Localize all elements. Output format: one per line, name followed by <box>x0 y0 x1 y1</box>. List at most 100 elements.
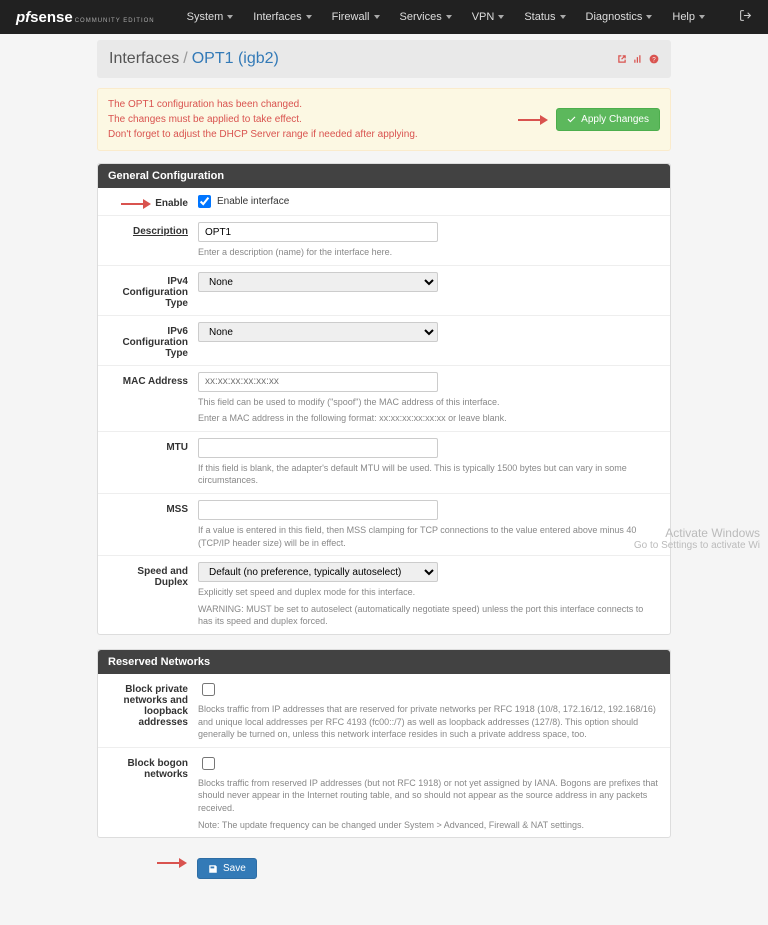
mss-label: MSS <box>108 500 198 549</box>
ipv6-select[interactable]: None <box>198 322 438 342</box>
panel-heading: Reserved Networks <box>98 650 670 674</box>
apply-label: Apply Changes <box>581 114 649 125</box>
mac-help2: Enter a MAC address in the following for… <box>198 412 660 425</box>
mss-help: If a value is entered in this field, the… <box>198 524 660 549</box>
row-description: Description Enter a description (name) f… <box>98 215 670 265</box>
mtu-input[interactable] <box>198 438 438 458</box>
speed-help1: Explicitly set speed and duplex mode for… <box>198 586 660 599</box>
brand-pf: pf <box>16 9 30 26</box>
help-icon[interactable]: ? <box>649 54 659 64</box>
mtu-content: If this field is blank, the adapter's de… <box>198 438 660 487</box>
mss-input[interactable] <box>198 500 438 520</box>
nav-label: Firewall <box>332 11 370 23</box>
mac-help1: This field can be used to modify ("spoof… <box>198 396 660 409</box>
block-bogon-content: Blocks traffic from reserved IP addresse… <box>198 754 660 831</box>
panel-body: Block private networks and loopback addr… <box>98 674 670 837</box>
mac-input[interactable] <box>198 372 438 392</box>
panel-body: Enable Enable interface Description Ente… <box>98 188 670 634</box>
row-mss: MSS If a value is entered in this field,… <box>98 493 670 555</box>
breadcrumb: Interfaces / OPT1 (igb2) <box>109 50 279 68</box>
ipv4-content: None <box>198 272 660 309</box>
alert-messages: The OPT1 configuration has been changed.… <box>108 97 418 142</box>
row-ipv4: IPv4 Configuration Type None <box>98 265 670 315</box>
caret-down-icon <box>446 15 452 19</box>
nav-services[interactable]: Services <box>392 5 460 29</box>
nav-label: System <box>187 11 224 23</box>
speed-label: Speed and Duplex <box>108 562 198 628</box>
ipv6-label: IPv6 Configuration Type <box>108 322 198 359</box>
nav-system[interactable]: System <box>179 5 242 29</box>
block-bogon-checkbox[interactable] <box>202 757 215 770</box>
alert-line: Don't forget to adjust the DHCP Server r… <box>108 127 418 142</box>
enable-checkbox[interactable] <box>198 195 211 208</box>
speed-content: Default (no preference, typically autose… <box>198 562 660 628</box>
nav-interfaces[interactable]: Interfaces <box>245 5 319 29</box>
page-container: Interfaces / OPT1 (igb2) ? The OPT1 conf… <box>97 40 671 885</box>
restart-icon[interactable] <box>617 54 627 64</box>
alert-line: The OPT1 configuration has been changed. <box>108 97 418 112</box>
description-input[interactable] <box>198 222 438 242</box>
page-header: Interfaces / OPT1 (igb2) ? <box>97 40 671 78</box>
enable-label: Enable <box>155 198 188 209</box>
brand-subtitle: COMMUNITY EDITION <box>75 18 155 24</box>
description-content: Enter a description (name) for the inter… <box>198 222 660 259</box>
nav-firewall[interactable]: Firewall <box>324 5 388 29</box>
check-icon <box>567 115 576 124</box>
changes-alert: The OPT1 configuration has been changed.… <box>97 88 671 151</box>
mac-label: MAC Address <box>108 372 198 425</box>
alert-line: The changes must be applied to take effe… <box>108 112 418 127</box>
ipv4-select[interactable]: None <box>198 272 438 292</box>
nav-status[interactable]: Status <box>516 5 573 29</box>
caret-down-icon <box>646 15 652 19</box>
save-arrow-wrap <box>107 858 197 879</box>
nav-label: Help <box>672 11 695 23</box>
nav-label: Status <box>524 11 555 23</box>
top-navbar: pfsense COMMUNITY EDITION System Interfa… <box>0 0 768 34</box>
apply-changes-button[interactable]: Apply Changes <box>556 108 660 131</box>
svg-text:?: ? <box>652 57 656 64</box>
reserved-networks-panel: Reserved Networks Block private networks… <box>97 649 671 838</box>
nav-label: VPN <box>472 11 495 23</box>
block-private-help: Blocks traffic from IP addresses that ar… <box>198 703 660 741</box>
page-title: Interfaces <box>109 50 179 68</box>
caret-down-icon <box>374 15 380 19</box>
row-speed: Speed and Duplex Default (no preference,… <box>98 555 670 634</box>
logout-icon[interactable] <box>739 9 752 25</box>
nav-help[interactable]: Help <box>664 5 713 29</box>
save-label: Save <box>223 863 246 874</box>
block-private-checkbox[interactable] <box>202 683 215 696</box>
annotation-arrow-icon <box>157 859 187 867</box>
save-row: Save <box>97 852 671 885</box>
annotation-arrow-icon <box>518 116 548 124</box>
description-help: Enter a description (name) for the inter… <box>198 246 660 259</box>
block-bogon-label: Block bogon networks <box>108 754 198 831</box>
brand-logo[interactable]: pfsense COMMUNITY EDITION <box>16 9 155 26</box>
ipv4-label: IPv4 Configuration Type <box>108 272 198 309</box>
row-enable: Enable Enable interface <box>98 188 670 215</box>
caret-down-icon <box>498 15 504 19</box>
nav-vpn[interactable]: VPN <box>464 5 513 29</box>
mtu-help: If this field is blank, the adapter's de… <box>198 462 660 487</box>
speed-help2: WARNING: MUST be set to autoselect (auto… <box>198 603 660 628</box>
row-block-bogon: Block bogon networks Blocks traffic from… <box>98 747 670 837</box>
brand-sense: sense <box>30 9 73 26</box>
save-button[interactable]: Save <box>197 858 257 879</box>
speed-select[interactable]: Default (no preference, typically autose… <box>198 562 438 582</box>
annotation-arrow-icon <box>121 200 151 208</box>
mss-content: If a value is entered in this field, the… <box>198 500 660 549</box>
nav-diagnostics[interactable]: Diagnostics <box>578 5 661 29</box>
header-icons: ? <box>617 54 659 64</box>
ipv6-content: None <box>198 322 660 359</box>
mtu-label: MTU <box>108 438 198 487</box>
nav-items: System Interfaces Firewall Services VPN … <box>179 5 739 29</box>
general-config-panel: General Configuration Enable Enable inte… <box>97 163 671 635</box>
caret-down-icon <box>699 15 705 19</box>
page-subtitle: OPT1 (igb2) <box>192 50 279 68</box>
block-private-content: Blocks traffic from IP addresses that ar… <box>198 680 660 741</box>
floppy-icon <box>208 864 218 874</box>
caret-down-icon <box>306 15 312 19</box>
block-private-label: Block private networks and loopback addr… <box>108 680 198 741</box>
apply-wrap: Apply Changes <box>518 108 660 131</box>
nav-label: Interfaces <box>253 11 301 23</box>
stats-icon[interactable] <box>633 54 643 64</box>
